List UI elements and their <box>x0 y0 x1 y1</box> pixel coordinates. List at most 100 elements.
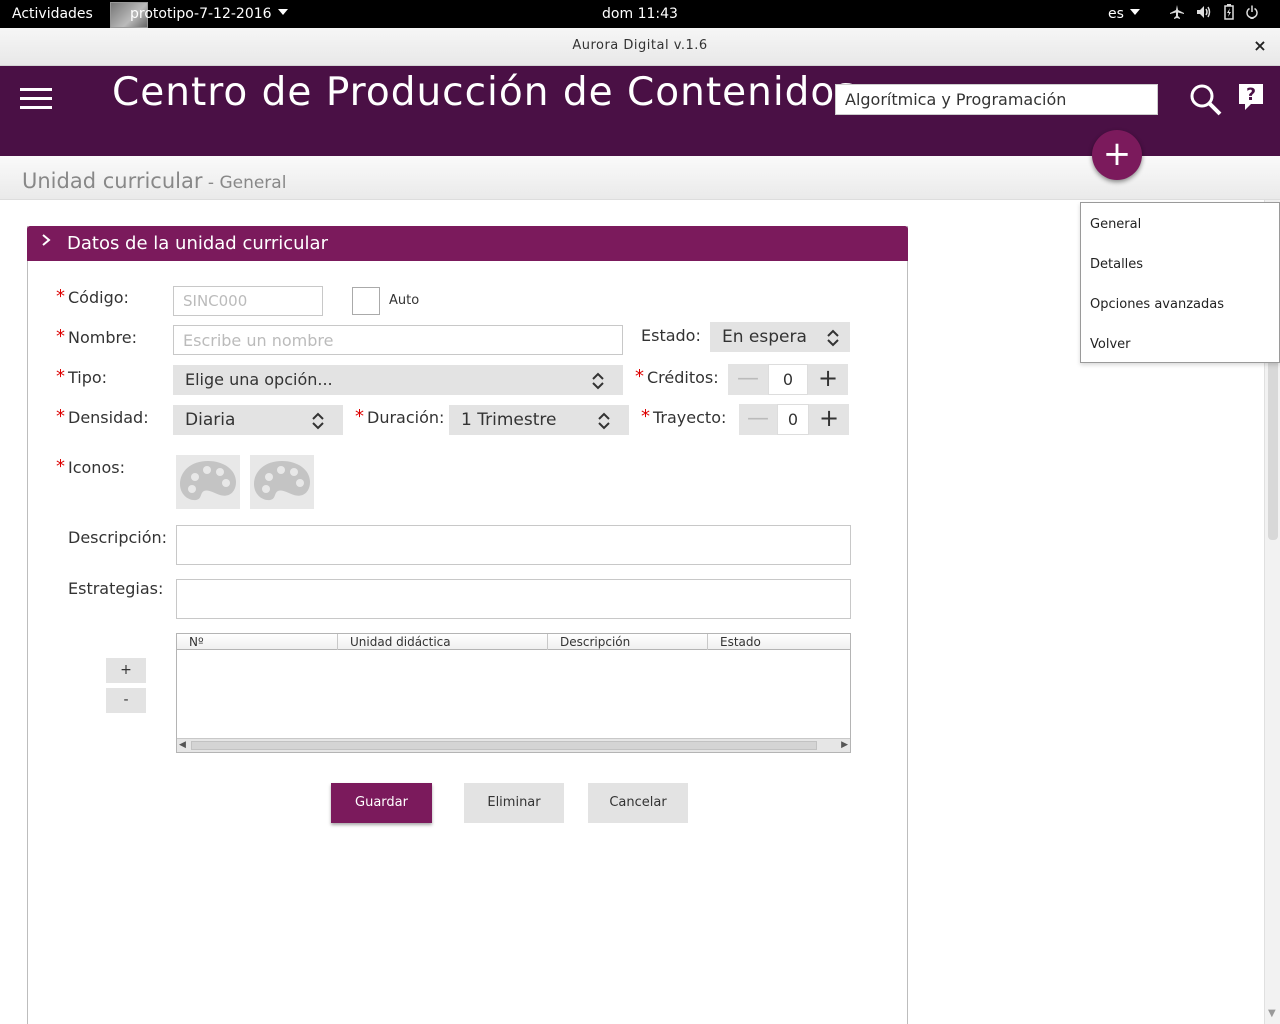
creditos-stepper: — 0 + <box>728 364 848 395</box>
column-header-unidad-didactica[interactable]: Unidad didáctica <box>338 634 548 650</box>
section-menu: General Detalles Opciones avanzadas Volv… <box>1080 202 1280 363</box>
palette-icon <box>180 461 236 501</box>
creditos-increment-button[interactable]: + <box>808 364 848 395</box>
required-mark: * <box>635 366 644 387</box>
required-mark: * <box>56 456 65 477</box>
menu-item-volver[interactable]: Volver <box>1090 337 1131 352</box>
updown-chevron-icon <box>598 412 610 430</box>
scroll-down-arrow-icon[interactable]: ▼ <box>1268 1008 1276 1019</box>
hamburger-menu-icon[interactable] <box>20 88 52 112</box>
scroll-left-arrow-icon[interactable]: ◀ <box>179 740 186 750</box>
duracion-label: Duración: <box>367 408 445 427</box>
trayecto-increment-button[interactable]: + <box>809 404 849 435</box>
panel-header[interactable]: Datos de la unidad curricular <box>27 226 908 261</box>
iconos-label: Iconos: <box>68 458 125 477</box>
trayecto-stepper: — 0 + <box>739 404 849 435</box>
updown-chevron-icon <box>592 372 604 390</box>
chevron-right-icon <box>40 232 52 253</box>
app-menu-label: prototipo-7-12-2016 <box>130 6 272 22</box>
tipo-value: Elige una opción... <box>185 370 333 389</box>
icon-picker-1[interactable] <box>176 455 240 509</box>
scroll-right-arrow-icon[interactable]: ▶ <box>841 740 848 750</box>
updown-chevron-icon <box>312 412 324 430</box>
codigo-input[interactable] <box>173 286 323 316</box>
scrollbar-thumb[interactable] <box>191 741 817 750</box>
auto-checkbox[interactable] <box>352 287 380 315</box>
language-label: es <box>1108 6 1124 22</box>
page-section: - General <box>202 173 287 193</box>
required-mark: * <box>56 326 65 347</box>
creditos-decrement-button[interactable]: — <box>728 364 768 395</box>
icon-picker-2[interactable] <box>250 455 314 509</box>
unidades-table: Nº Unidad didáctica Descripción Estado ◀… <box>176 633 851 753</box>
trayecto-value[interactable]: 0 <box>777 404 809 435</box>
creditos-label: Créditos: <box>647 368 719 387</box>
required-mark: * <box>56 406 65 427</box>
creditos-value[interactable]: 0 <box>768 364 808 395</box>
tipo-select[interactable]: Elige una opción... <box>173 365 623 395</box>
densidad-value: Diaria <box>185 410 236 430</box>
estrategias-label: Estrategias: <box>68 579 164 598</box>
column-header-descripcion[interactable]: Descripción <box>548 634 708 650</box>
cancel-button[interactable]: Cancelar <box>588 783 688 823</box>
updown-chevron-icon <box>827 329 839 347</box>
help-icon[interactable]: ? <box>1237 82 1265 112</box>
auto-label: Auto <box>389 293 420 308</box>
delete-button[interactable]: Eliminar <box>464 783 564 823</box>
page-title: Unidad curricular - General <box>22 169 286 193</box>
add-fab-button[interactable]: + <box>1092 130 1142 180</box>
estrategias-input[interactable] <box>176 579 851 619</box>
volume-icon <box>1196 4 1212 24</box>
app-menu[interactable]: prototipo-7-12-2016 <box>110 2 288 28</box>
trayecto-decrement-button[interactable]: — <box>739 404 777 435</box>
menu-item-general[interactable]: General <box>1090 217 1141 232</box>
language-menu[interactable]: es <box>1108 5 1140 23</box>
battery-icon <box>1224 3 1234 25</box>
app-header: Centro de Producción de Contenidos ? <box>0 66 1280 156</box>
densidad-select[interactable]: Diaria <box>173 405 343 435</box>
required-mark: * <box>355 406 364 427</box>
remove-row-button[interactable]: - <box>106 688 146 713</box>
descripcion-label: Descripción: <box>68 528 168 547</box>
chevron-down-icon <box>1129 9 1140 15</box>
duracion-value: 1 Trimestre <box>461 410 557 430</box>
required-mark: * <box>641 406 650 427</box>
panel-title: Datos de la unidad curricular <box>67 233 328 254</box>
page-subheader: Unidad curricular - General <box>0 156 1280 344</box>
close-window-button[interactable]: × <box>1250 36 1270 56</box>
menu-item-opciones-avanzadas[interactable]: Opciones avanzadas <box>1090 297 1224 312</box>
airplane-icon <box>1170 4 1184 24</box>
svg-text:?: ? <box>1246 85 1256 105</box>
horizontal-scrollbar[interactable]: ◀ ▶ <box>177 738 850 752</box>
trayecto-label: Trayecto: <box>653 408 727 427</box>
add-row-button[interactable]: + <box>106 658 146 683</box>
window-title: Aurora Digital v.1.6 <box>572 38 708 53</box>
system-tray[interactable] <box>1170 3 1258 25</box>
required-mark: * <box>56 286 65 307</box>
estado-label: Estado: <box>641 326 701 345</box>
column-header-estado[interactable]: Estado <box>708 634 850 650</box>
app-title: Centro de Producción de Contenidos <box>112 70 857 115</box>
nombre-label: Nombre: <box>68 328 137 347</box>
power-icon <box>1246 4 1258 24</box>
required-mark: * <box>56 366 65 387</box>
scrollbar-thumb[interactable] <box>1268 360 1278 540</box>
duracion-select[interactable]: 1 Trimestre <box>449 405 629 435</box>
codigo-label: Código: <box>68 288 129 307</box>
estado-select[interactable]: En espera <box>710 322 850 352</box>
page-title-text: Unidad curricular <box>22 169 203 193</box>
palette-icon <box>254 461 310 501</box>
save-button[interactable]: Guardar <box>331 783 432 823</box>
search-input[interactable] <box>835 84 1158 115</box>
estado-value: En espera <box>722 327 807 347</box>
system-top-bar: Actividades prototipo-7-12-2016 dom 11:4… <box>0 0 1280 28</box>
tipo-label: Tipo: <box>68 368 108 387</box>
window-titlebar: Aurora Digital v.1.6 × <box>0 28 1280 66</box>
descripcion-input[interactable] <box>176 525 851 565</box>
search-icon[interactable] <box>1188 82 1224 118</box>
table-header: Nº Unidad didáctica Descripción Estado <box>177 634 850 650</box>
nombre-input[interactable] <box>173 325 623 355</box>
menu-item-detalles[interactable]: Detalles <box>1090 257 1143 272</box>
densidad-label: Densidad: <box>68 408 149 427</box>
column-header-numero[interactable]: Nº <box>177 634 338 650</box>
